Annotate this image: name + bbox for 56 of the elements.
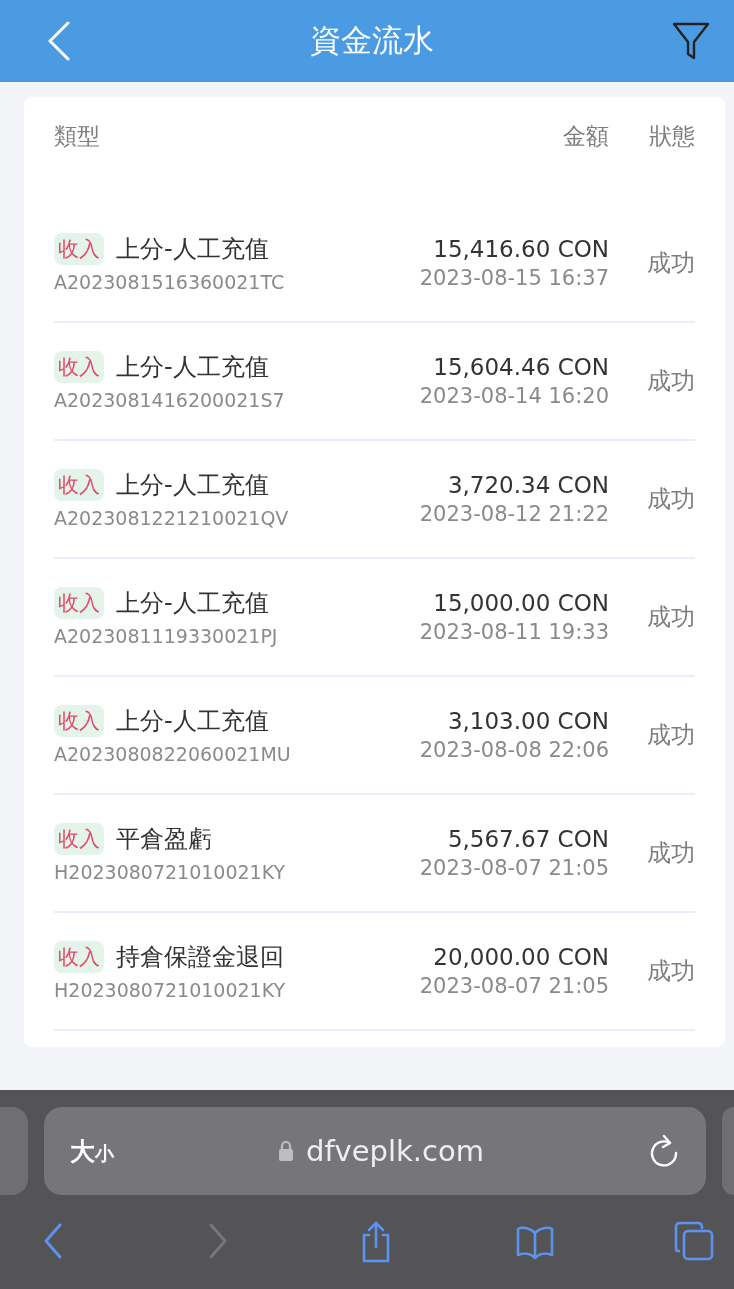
column-header: 狀態: [648, 121, 695, 151]
date-time: 2023-08-15 16:37: [419, 266, 609, 290]
transaction-type: 平倉盈虧: [116, 824, 212, 855]
amount-text: 15,604.46 CON: [433, 354, 609, 380]
amount-text: 3,720.34 CON: [447, 472, 609, 498]
status-text: 成功: [646, 838, 695, 869]
side-tab[interactable]: [0, 1107, 28, 1195]
date-time: 2023-08-07 21:05: [419, 974, 609, 998]
amount-text: 5,567.67 CON: [447, 826, 609, 852]
income-tag: 收入: [54, 351, 104, 383]
transaction-type: 持倉保證金退回: [116, 942, 284, 973]
status-text: 成功: [646, 956, 695, 987]
transaction-type: 上分-人工充值: [116, 470, 269, 501]
address-bar[interactable]: 大小 dfveplk.com: [44, 1107, 706, 1195]
income-tag: 收入: [54, 941, 104, 973]
income-tag: 收入: [54, 587, 104, 619]
date-time: 2023-08-11 19:33: [419, 620, 609, 644]
status-text: 成功: [646, 248, 695, 279]
order-number: A2023080822060021MU: [54, 743, 292, 765]
order-number: A2023081119330021PJ: [54, 625, 279, 647]
order-number: A2023081416200021S7: [54, 389, 286, 411]
column-header: 類型: [54, 121, 101, 151]
status-text: 成功: [646, 602, 695, 633]
status-text: 成功: [646, 720, 695, 751]
status-text: 成功: [646, 484, 695, 515]
amount-text: 20,000.00 CON: [433, 944, 609, 970]
income-tag: 收入: [54, 469, 104, 501]
amount-text: 3,103.00 CON: [447, 708, 609, 734]
back-icon[interactable]: [46, 21, 72, 61]
income-tag: 收入: [54, 233, 104, 265]
amount-text: 15,000.00 CON: [433, 590, 609, 616]
status-text: 成功: [646, 366, 695, 397]
lock-icon: [277, 1140, 294, 1162]
transaction-type: 上分-人工充值: [116, 588, 269, 619]
date-time: 2023-08-07 21:05: [419, 856, 609, 880]
order-number: H2023080721010021KY: [54, 979, 287, 1001]
income-tag: 收入: [54, 705, 104, 737]
order-number: A2023081221210021QV: [54, 507, 290, 529]
amount-text: 15,416.60 CON: [433, 236, 609, 262]
tabs-icon[interactable]: [674, 1221, 714, 1263]
transaction-type: 上分-人工充值: [116, 706, 269, 737]
transaction-type: 上分-人工充值: [116, 234, 269, 265]
column-header: 金額: [562, 121, 609, 151]
order-number: H2023080721010021KY: [54, 861, 287, 883]
date-time: 2023-08-08 22:06: [419, 738, 609, 762]
income-tag: 收入: [54, 823, 104, 855]
date-time: 2023-08-12 21:22: [419, 502, 609, 526]
transaction-type: 上分-人工充值: [116, 352, 269, 383]
page-title: 資金流水: [310, 21, 434, 60]
reload-icon[interactable]: [648, 1134, 680, 1168]
url-text: dfveplk.com: [305, 1134, 484, 1168]
order-number: A2023081516360021TC: [54, 271, 286, 293]
filter-icon[interactable]: [672, 21, 710, 61]
side-tab[interactable]: [722, 1107, 734, 1195]
text-size-button[interactable]: 大小: [70, 1134, 114, 1168]
date-time: 2023-08-14 16:20: [419, 384, 609, 408]
